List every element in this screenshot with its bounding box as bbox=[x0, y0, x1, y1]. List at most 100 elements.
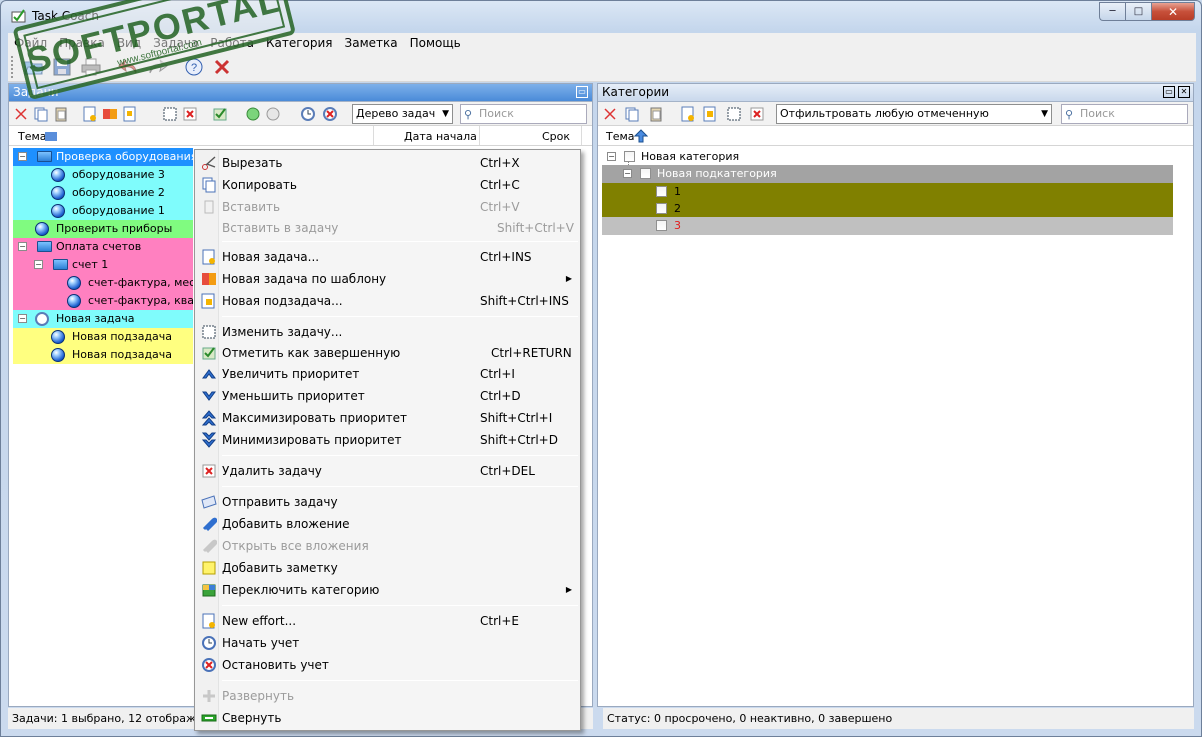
new-subtask-icon[interactable] bbox=[122, 106, 138, 122]
menu-item-mark-completed[interactable]: Отметить как завершенную Ctrl+RETURN bbox=[195, 342, 580, 364]
task-row[interactable]: − счет 1 bbox=[13, 256, 193, 274]
menu-item-max-priority[interactable]: Максимизировать приоритет Shift+Ctrl+I bbox=[195, 407, 580, 429]
category-checkbox[interactable] bbox=[656, 186, 667, 197]
menu-item-open-all-attachments[interactable]: Открыть все вложения bbox=[195, 535, 580, 557]
category-row[interactable]: 1 bbox=[602, 183, 1173, 201]
menu-item-new-subtask[interactable]: Новая подзадача... Shift+Ctrl+INS bbox=[195, 290, 580, 312]
collapse-icon[interactable]: − bbox=[18, 152, 27, 161]
column-subject[interactable]: Тема bbox=[606, 130, 635, 143]
menu-task[interactable]: Задача bbox=[147, 36, 204, 50]
category-checkbox[interactable] bbox=[640, 168, 651, 179]
column-start-date[interactable]: Дата начала bbox=[404, 130, 477, 143]
pane-close-icon[interactable]: ✕ bbox=[1178, 86, 1190, 98]
new-subcategory-icon[interactable] bbox=[702, 106, 718, 122]
task-row[interactable]: оборудование 2 bbox=[13, 184, 193, 202]
task-search-input[interactable]: ⚲ Поиск bbox=[460, 104, 587, 124]
paste-icon[interactable] bbox=[53, 106, 69, 122]
minimize-button[interactable]: ─ bbox=[1099, 2, 1125, 21]
task-row[interactable]: счет-фактура, месяц bbox=[13, 274, 193, 292]
task-row[interactable]: оборудование 3 bbox=[13, 166, 193, 184]
toggle-left-icon[interactable] bbox=[245, 106, 261, 122]
menu-category[interactable]: Категория bbox=[260, 36, 339, 50]
category-filter-select[interactable]: Отфильтровать любую отмеченную категорию… bbox=[776, 104, 1052, 138]
maximize-button[interactable]: □ bbox=[1125, 2, 1151, 21]
menu-item-collapse[interactable]: Свернуть bbox=[195, 707, 580, 729]
copy-icon[interactable] bbox=[33, 106, 49, 122]
menu-item-delete-task[interactable]: Удалить задачу Ctrl+DEL bbox=[195, 460, 580, 482]
menu-item-paste-into-task[interactable]: Вставить в задачу Shift+Ctrl+V bbox=[195, 217, 580, 239]
category-row[interactable]: 3 bbox=[602, 217, 1173, 235]
tasks-pane-header[interactable]: Задачи ▭ bbox=[9, 84, 592, 102]
menu-item-increase-priority[interactable]: Увеличить приоритет Ctrl+I bbox=[195, 363, 580, 385]
edit-category-icon[interactable] bbox=[726, 106, 742, 122]
menu-effort[interactable]: Работа bbox=[204, 36, 260, 50]
categories-pane-header[interactable]: Категории ▭ ✕ bbox=[598, 84, 1193, 102]
collapse-icon[interactable]: − bbox=[607, 152, 616, 161]
pane-maximize-icon[interactable]: ▭ bbox=[1163, 86, 1175, 98]
collapse-icon[interactable]: − bbox=[34, 260, 43, 269]
undo-icon[interactable] bbox=[118, 57, 140, 77]
menu-item-new-task[interactable]: Новая задача... Ctrl+INS bbox=[195, 246, 580, 268]
menu-item-new-effort[interactable]: New effort... Ctrl+E bbox=[195, 610, 580, 632]
menu-item-stop-tracking[interactable]: Остановить учет bbox=[195, 654, 580, 676]
menu-item-expand[interactable]: Развернуть bbox=[195, 685, 580, 707]
collapse-icon[interactable]: − bbox=[18, 242, 27, 251]
column-subject[interactable]: Тема bbox=[18, 130, 47, 143]
category-search-input[interactable]: ⚲ Поиск bbox=[1061, 104, 1188, 124]
close-button[interactable]: ✕ bbox=[1151, 2, 1195, 21]
category-checkbox[interactable] bbox=[624, 151, 635, 162]
menu-note[interactable]: Заметка bbox=[339, 36, 404, 50]
print-icon[interactable] bbox=[80, 57, 102, 77]
task-row[interactable]: Новая подзадача bbox=[13, 328, 193, 346]
collapse-icon[interactable]: − bbox=[18, 314, 27, 323]
menu-item-new-task-from-template[interactable]: Новая задача по шаблону ▶ bbox=[195, 268, 580, 290]
start-tracking-icon[interactable] bbox=[300, 106, 316, 122]
save-icon[interactable] bbox=[51, 57, 73, 77]
new-task-icon[interactable] bbox=[82, 106, 98, 122]
stop-tracking-icon[interactable] bbox=[322, 106, 338, 122]
open-icon[interactable] bbox=[23, 57, 45, 77]
menu-item-edit-task[interactable]: Изменить задачу... bbox=[195, 321, 580, 343]
menu-item-cut[interactable]: Вырезать Ctrl+X bbox=[195, 152, 580, 174]
edit-icon[interactable] bbox=[162, 106, 178, 122]
copy-icon[interactable] bbox=[624, 106, 640, 122]
cut-icon[interactable] bbox=[602, 106, 618, 122]
menu-item-add-note[interactable]: Добавить заметку bbox=[195, 557, 580, 579]
category-checkbox[interactable] bbox=[656, 203, 667, 214]
menu-item-add-attachment[interactable]: Добавить вложение bbox=[195, 513, 580, 535]
task-row[interactable]: оборудование 1 bbox=[13, 202, 193, 220]
menu-item-min-priority[interactable]: Минимизировать приоритет Shift+Ctrl+D bbox=[195, 429, 580, 451]
menu-view[interactable]: Вид bbox=[111, 36, 147, 50]
task-row[interactable]: счет-фактура, кварт bbox=[13, 292, 193, 310]
menu-item-paste[interactable]: Вставить Ctrl+V bbox=[195, 196, 580, 218]
task-row[interactable]: − Оплата счетов bbox=[13, 238, 193, 256]
task-row[interactable]: Проверить приборы bbox=[13, 220, 193, 238]
cut-icon[interactable] bbox=[13, 106, 29, 122]
category-checkbox[interactable] bbox=[656, 220, 667, 231]
collapse-icon[interactable]: − bbox=[623, 169, 632, 178]
redo-icon[interactable] bbox=[146, 57, 168, 77]
quit-icon[interactable] bbox=[211, 57, 233, 77]
column-due-date[interactable]: Срок bbox=[542, 130, 570, 143]
category-row[interactable]: 2 bbox=[602, 200, 1173, 218]
paste-icon[interactable] bbox=[648, 106, 664, 122]
toolbar-grip[interactable] bbox=[11, 56, 14, 78]
view-mode-select[interactable]: Дерево задач ▼ bbox=[352, 104, 453, 124]
delete-icon[interactable] bbox=[182, 106, 198, 122]
category-row[interactable]: − Новая подкатегория bbox=[602, 165, 1173, 183]
toggle-right-icon[interactable] bbox=[265, 106, 281, 122]
delete-category-icon[interactable] bbox=[749, 106, 765, 122]
menu-file[interactable]: Файл bbox=[8, 36, 53, 50]
template-icon[interactable] bbox=[102, 106, 118, 122]
menu-item-start-tracking[interactable]: Начать учет bbox=[195, 632, 580, 654]
menu-item-copy[interactable]: Копировать Ctrl+C bbox=[195, 174, 580, 196]
complete-icon[interactable] bbox=[212, 106, 228, 122]
pane-maximize-icon[interactable]: ▭ bbox=[576, 86, 588, 98]
task-row[interactable]: − Проверка оборудования bbox=[13, 148, 197, 166]
task-row[interactable]: − Новая задача bbox=[13, 310, 193, 328]
menu-help[interactable]: Помощь bbox=[404, 36, 467, 50]
menu-item-decrease-priority[interactable]: Уменьшить приоритет Ctrl+D bbox=[195, 385, 580, 407]
menu-edit[interactable]: Правка bbox=[53, 36, 111, 50]
category-row[interactable]: − Новая категория bbox=[602, 148, 902, 166]
task-row[interactable]: Новая подзадача bbox=[13, 346, 193, 364]
